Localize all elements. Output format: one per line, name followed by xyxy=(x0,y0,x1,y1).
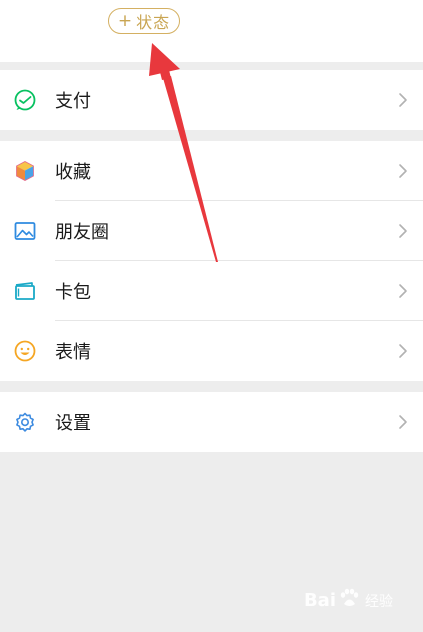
features-group: 收藏 朋友圈 卡包 表情 xyxy=(0,141,423,381)
menu-label-cards: 卡包 xyxy=(55,282,91,303)
watermark-brand-right: 经验 xyxy=(365,593,393,610)
menu-item-pay[interactable]: 支付 xyxy=(0,70,423,130)
menu-label-settings: 设置 xyxy=(55,413,91,434)
add-status-button[interactable]: + 状态 xyxy=(108,8,180,34)
settings-group: 设置 xyxy=(0,392,423,452)
menu-item-settings[interactable]: 设置 xyxy=(0,392,423,452)
menu-item-stickers[interactable]: 表情 xyxy=(0,321,423,381)
image-icon xyxy=(12,218,38,244)
pay-icon xyxy=(12,87,38,113)
cube-icon xyxy=(12,158,38,184)
watermark-brand-left: Bai xyxy=(303,590,336,611)
baidu-watermark: Bai 经验 xyxy=(304,587,393,614)
paw-logo-icon xyxy=(338,587,360,614)
profile-header: + 状态 xyxy=(0,0,423,62)
menu-label-favorites: 收藏 xyxy=(55,162,91,183)
pay-group: 支付 xyxy=(0,70,423,130)
chevron-right-icon xyxy=(399,224,407,238)
menu-label-moments: 朋友圈 xyxy=(55,222,109,243)
chevron-right-icon xyxy=(399,164,407,178)
chevron-right-icon xyxy=(399,93,407,107)
chevron-right-icon xyxy=(399,284,407,298)
smiley-icon xyxy=(12,338,38,364)
plus-icon: + xyxy=(117,11,134,31)
menu-item-moments[interactable]: 朋友圈 xyxy=(0,201,423,261)
menu-label-pay: 支付 xyxy=(55,91,91,112)
card-wallet-icon xyxy=(12,278,38,304)
chevron-right-icon xyxy=(399,415,407,429)
menu-item-cards[interactable]: 卡包 xyxy=(0,261,423,321)
chevron-right-icon xyxy=(399,344,407,358)
menu-label-stickers: 表情 xyxy=(55,342,91,363)
status-label: 状态 xyxy=(136,13,171,32)
menu-item-favorites[interactable]: 收藏 xyxy=(0,141,423,201)
gear-icon xyxy=(12,409,38,435)
